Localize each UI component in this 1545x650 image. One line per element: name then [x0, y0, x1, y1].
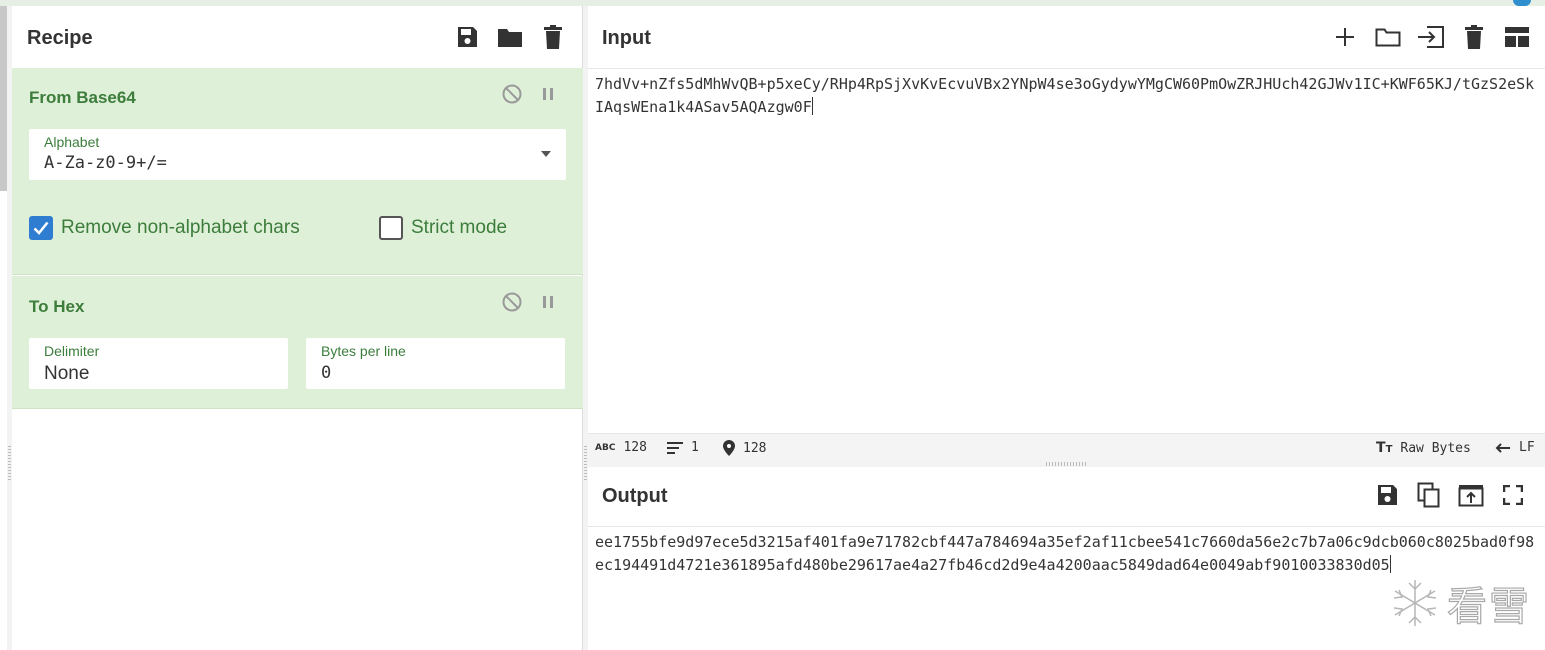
pause-icon[interactable] [537, 83, 559, 105]
eol-selector[interactable]: LF [1495, 440, 1535, 455]
trash-icon[interactable] [538, 22, 568, 52]
copy-icon[interactable] [1414, 480, 1444, 510]
eol-value: LF [1519, 440, 1535, 455]
char-count: ABC 128 [595, 440, 647, 455]
fullscreen-icon[interactable] [1498, 480, 1528, 510]
alphabet-value: A-Za-z0-9+/= [44, 153, 167, 173]
checkbox-checked-icon[interactable] [29, 216, 53, 240]
kanxue-watermark: 看雪 [1389, 574, 1531, 632]
input-toolbar [1330, 22, 1532, 52]
text-type-icon: TT [1376, 440, 1393, 456]
folder-icon[interactable] [495, 22, 525, 52]
disable-icon[interactable] [501, 291, 523, 313]
pause-icon[interactable] [537, 291, 559, 313]
output-title: Output [602, 485, 668, 507]
left-gutter-grip[interactable] [8, 446, 11, 482]
remove-non-alphabet-checkbox[interactable]: Remove non-alphabet chars [29, 216, 300, 240]
bytes-per-line-input[interactable]: Bytes per line 0 [306, 338, 565, 389]
return-arrow-icon [1495, 442, 1510, 453]
io-divider-grip[interactable] [1046, 462, 1086, 466]
folder-icon[interactable] [1373, 22, 1403, 52]
disable-icon[interactable] [501, 83, 523, 105]
encoding-selector[interactable]: TT Raw Bytes [1376, 440, 1471, 456]
operation-to-hex[interactable]: To Hex Delimiter None Bytes per line 0 [12, 276, 583, 409]
abc-icon: ABC [595, 442, 616, 453]
recipe-title: Recipe [27, 27, 93, 49]
delimiter-value: None [44, 363, 90, 384]
location-pin-icon [723, 440, 735, 456]
line-count-value: 1 [691, 440, 699, 455]
recipe-toolbar [452, 22, 568, 52]
trash-icon[interactable] [1459, 22, 1489, 52]
strict-mode-checkbox[interactable]: Strict mode [379, 216, 507, 240]
layout-icon[interactable] [1502, 22, 1532, 52]
encoding-value: Raw Bytes [1400, 440, 1471, 456]
input-title: Input [602, 27, 651, 49]
watermark-text: 看雪 [1446, 583, 1531, 630]
bytes-per-line-value: 0 [321, 363, 332, 383]
strict-mode-label: Strict mode [411, 217, 508, 238]
remove-non-alphabet-label: Remove non-alphabet chars [61, 217, 300, 238]
plus-icon[interactable] [1330, 22, 1360, 52]
input-pane: Input 7hdVv+nZfs5dMhWvQB+p5xeCy/RHp4RpSj… [588, 6, 1545, 433]
operation-controls [501, 291, 559, 313]
bytes-per-line-label: Bytes per line [321, 343, 406, 359]
center-gutter-grip[interactable] [584, 446, 587, 482]
text-cursor [811, 97, 813, 115]
text-cursor [1389, 555, 1391, 573]
input-text: 7hdVv+nZfs5dMhWvQB+p5xeCy/RHp4RpSjXvKvEc… [595, 75, 1535, 116]
replace-input-icon[interactable] [1456, 480, 1486, 510]
delimiter-label: Delimiter [44, 343, 100, 359]
chevron-down-icon[interactable] [541, 151, 551, 157]
output-toolbar [1372, 480, 1528, 510]
checkbox-unchecked-icon[interactable] [379, 216, 403, 240]
save-icon[interactable] [452, 22, 482, 52]
import-icon[interactable] [1416, 22, 1446, 52]
operations-scrollbar[interactable] [0, 6, 7, 191]
position-value: 128 [743, 440, 767, 456]
line-count: 1 [667, 440, 699, 455]
output-textarea[interactable]: ee1755bfe9d97ece5d3215af401fa9e71782cbf4… [595, 531, 1539, 577]
delimiter-select[interactable]: Delimiter None [29, 338, 288, 389]
snowflake-icon [1393, 580, 1437, 626]
cursor-position: 128 [723, 440, 766, 456]
input-textarea[interactable]: 7hdVv+nZfs5dMhWvQB+p5xeCy/RHp4RpSjXvKvEc… [595, 73, 1539, 119]
save-icon[interactable] [1372, 480, 1402, 510]
char-count-value: 128 [623, 440, 647, 455]
operation-title: To Hex [29, 297, 85, 316]
input-status-bar: ABC 128 1 128 TT Raw Bytes LF [588, 433, 1545, 461]
alphabet-label: Alphabet [44, 134, 100, 150]
output-pane: Output ee1755bfe9d97ece5d3215af401fa9e71… [588, 467, 1545, 650]
alphabet-select[interactable]: Alphabet A-Za-z0-9+/= [29, 129, 566, 180]
operation-title: From Base64 [29, 88, 136, 107]
operation-controls [501, 83, 559, 105]
operation-from-base64[interactable]: From Base64 Alphabet A-Za-z0-9+/= Remove… [12, 68, 583, 275]
lines-icon [667, 441, 683, 454]
output-text: ee1755bfe9d97ece5d3215af401fa9e71782cbf4… [595, 533, 1535, 574]
